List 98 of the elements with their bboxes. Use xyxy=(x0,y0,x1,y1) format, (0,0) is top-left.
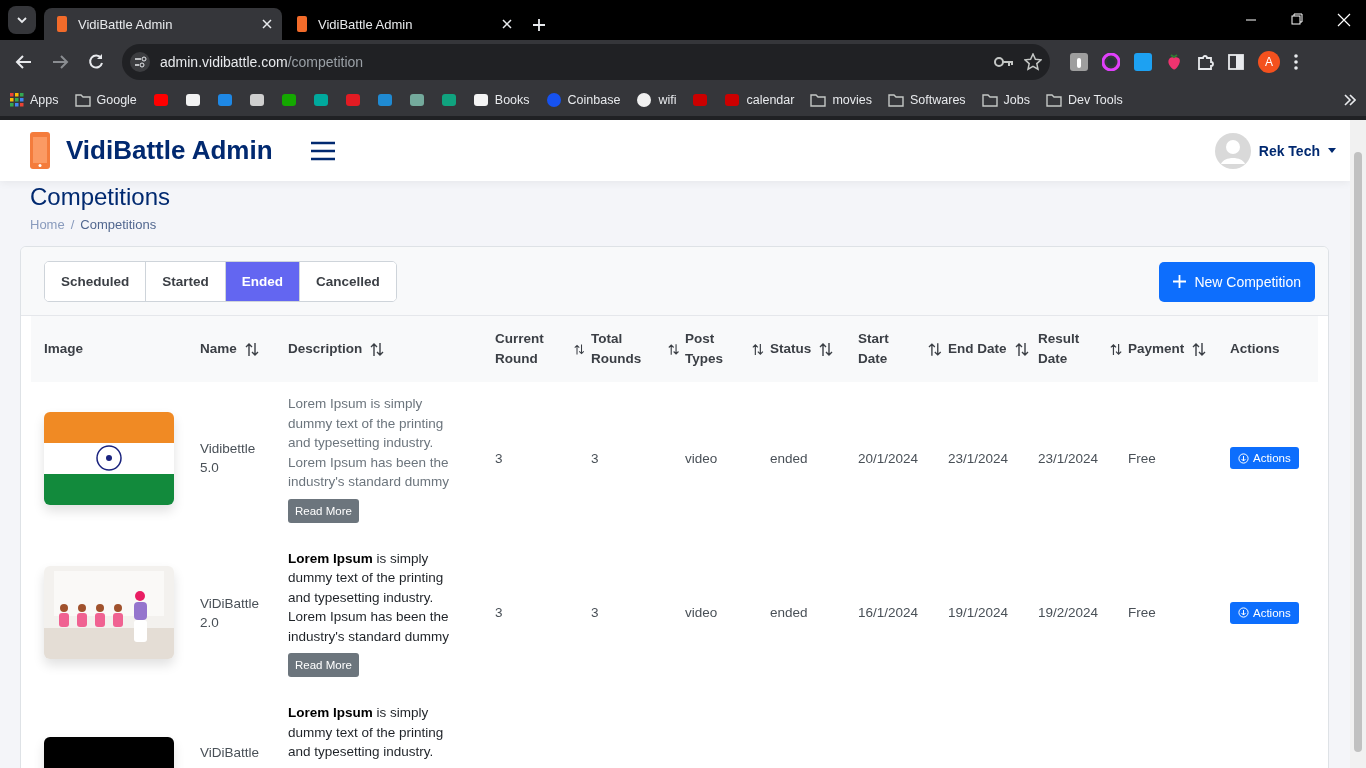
caret-icon[interactable] xyxy=(1328,148,1336,153)
table-cell: 3 xyxy=(495,450,503,466)
browser-tab[interactable]: VidiBattle Admin xyxy=(44,8,282,40)
folder-icon xyxy=(810,93,827,107)
caret-icon[interactable] xyxy=(16,16,28,24)
column-header: Description xyxy=(288,340,363,358)
table-cell: 3 xyxy=(591,450,599,466)
breadcrumb-item: Competitions xyxy=(80,217,157,232)
strawberry-icon[interactable] xyxy=(1166,53,1182,71)
sort-icon[interactable] xyxy=(1192,341,1207,357)
bookmark[interactable]: Coinbase xyxy=(545,92,621,108)
star-icon[interactable] xyxy=(1024,53,1042,71)
column-header: Start Date xyxy=(858,330,890,368)
browser-tab[interactable]: VidiBattle Admin xyxy=(284,8,522,40)
bookmark[interactable]: Apps xyxy=(10,93,59,107)
filter-tab[interactable]: Ended xyxy=(225,262,301,301)
sort-icon[interactable] xyxy=(1014,341,1029,357)
key-icon[interactable] xyxy=(994,56,1014,68)
table-cell: Free xyxy=(1128,605,1156,621)
table-cell: Free xyxy=(1128,450,1156,466)
extension-icon[interactable] xyxy=(1102,53,1120,71)
address-bar[interactable]: admin.vidibattle.com/competition xyxy=(122,44,1050,80)
table-cell: 16/1/2024 xyxy=(858,605,919,621)
brand-title[interactable]: VidiBattle Admin xyxy=(66,135,273,166)
download-circle-icon[interactable] xyxy=(1238,452,1249,464)
side-panel-icon[interactable] xyxy=(1228,54,1244,70)
description-text: Lorem Ipsum is simply dummy text of the printing and typesetting industry. xyxy=(288,704,445,761)
table-cell-text: ViDiBattle 2.0 xyxy=(200,594,261,632)
bookmark[interactable]: Softwares xyxy=(888,93,966,107)
sort-icon[interactable] xyxy=(752,341,764,357)
table-cell: 23/1/2024 xyxy=(1038,450,1099,466)
column-header: Image xyxy=(44,340,84,358)
sort-icon[interactable] xyxy=(928,341,942,357)
folder-icon xyxy=(981,93,998,107)
phone-favicon-icon xyxy=(56,16,68,32)
column-header: Post Types xyxy=(685,330,724,368)
close-icon[interactable] xyxy=(262,19,272,29)
table-cell: video xyxy=(685,450,718,466)
scrollbar-thumb[interactable] xyxy=(1354,152,1362,752)
plus-icon[interactable] xyxy=(1173,275,1187,288)
actions-button[interactable]: Actions xyxy=(1230,447,1299,470)
menu-icon[interactable] xyxy=(1294,54,1298,70)
tab-search-button[interactable] xyxy=(8,6,36,34)
breadcrumb-separator: / xyxy=(70,217,75,232)
bookmark[interactable]: Jobs xyxy=(981,93,1030,107)
bookmark[interactable]: Books xyxy=(472,92,530,108)
table-cell-text: Vidibettle 5.0 xyxy=(200,440,257,478)
column-header: Payment xyxy=(1128,340,1185,358)
apps-grid-icon xyxy=(10,93,24,107)
table-cell: 3 xyxy=(591,605,599,621)
column-header: Current Round xyxy=(495,330,545,368)
phone-logo-icon xyxy=(30,132,50,169)
table-cell: 23/1/2024 xyxy=(948,450,1009,466)
sort-icon[interactable] xyxy=(819,341,834,357)
table-cell: ended xyxy=(770,605,808,621)
column-header: Total Rounds xyxy=(591,330,643,368)
more-bookmarks-icon[interactable] xyxy=(1344,94,1356,106)
sort-icon[interactable] xyxy=(1109,341,1122,357)
read-more-button[interactable]: Read More xyxy=(288,498,359,523)
description-text: Lorem Ipsum is simply dummy text of the printing and typesetting industry. Lorem Ipsum has been the industry's standard dummy xyxy=(288,549,450,646)
sort-icon[interactable] xyxy=(370,341,385,357)
close-icon[interactable] xyxy=(502,19,512,29)
site-settings-icon[interactable] xyxy=(130,52,150,72)
page-title: Competitions xyxy=(30,183,172,211)
filter-tab[interactable]: Scheduled xyxy=(45,262,147,301)
bookmark[interactable]: wifi xyxy=(636,92,677,108)
puzzle-icon[interactable] xyxy=(1196,53,1214,71)
column-header: End Date xyxy=(948,340,1007,358)
actions-button[interactable]: Actions xyxy=(1230,601,1299,624)
description-text: Lorem Ipsum is simply dummy text of the printing and typesetting industry. Lorem Ipsum has been the industry's standard dummy xyxy=(288,395,450,491)
download-circle-icon[interactable] xyxy=(1238,607,1249,619)
column-header: Name xyxy=(200,340,237,358)
sort-icon[interactable] xyxy=(244,341,259,357)
bookmark[interactable]: Dev Tools xyxy=(1046,93,1123,107)
folder-icon xyxy=(888,93,904,107)
table-cell: video xyxy=(685,605,718,621)
column-header: Result Date xyxy=(1038,330,1081,368)
table-cell: ended xyxy=(770,450,808,466)
bookmark[interactable]: Google xyxy=(74,93,137,107)
column-header: Actions xyxy=(1230,340,1280,358)
table-cell: 3 xyxy=(495,605,503,621)
folder-icon xyxy=(74,93,91,107)
table-cell: 20/1/2024 xyxy=(858,450,919,466)
phone-favicon-icon xyxy=(296,16,308,32)
user-menu[interactable]: Rek Tech xyxy=(1258,142,1320,159)
table-cell: 19/1/2024 xyxy=(948,605,1009,621)
extension-icon[interactable] xyxy=(1070,53,1088,71)
read-more-button[interactable]: Read More xyxy=(288,653,359,677)
bookmark[interactable]: calendar xyxy=(724,92,795,108)
bookmark[interactable]: movies xyxy=(810,93,872,107)
new-tab-icon[interactable] xyxy=(532,18,546,32)
menu-icon[interactable] xyxy=(310,140,335,161)
sort-icon[interactable] xyxy=(667,341,679,357)
new-competition-button[interactable]: New Competition xyxy=(1159,261,1315,302)
table-cell-text: ViDiBattle xyxy=(200,744,261,762)
column-header: Status xyxy=(770,340,812,358)
table-cell: 19/2/2024 xyxy=(1038,605,1099,621)
folder-icon xyxy=(1046,93,1062,107)
